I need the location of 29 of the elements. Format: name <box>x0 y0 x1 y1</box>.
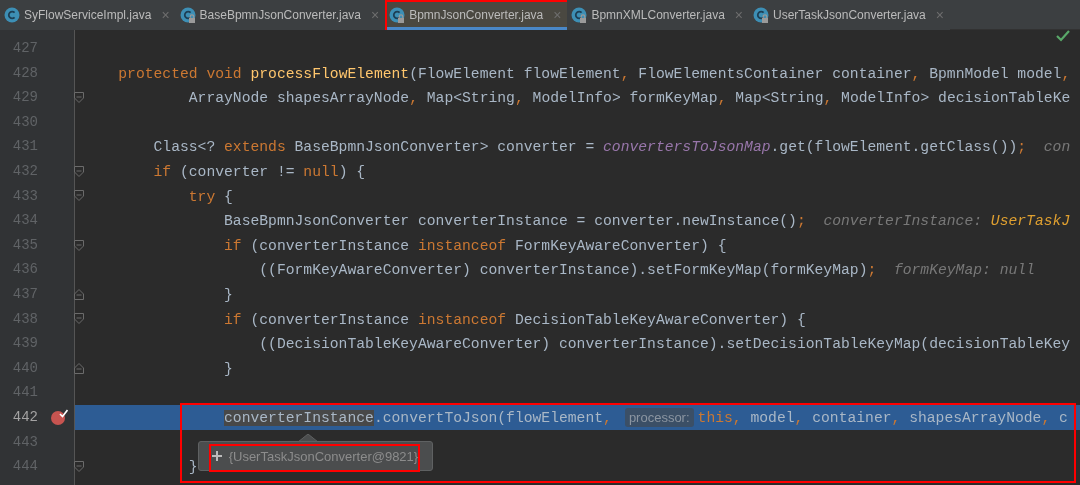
value-text: {UserTaskJsonConverter@9821} <box>228 448 419 464</box>
code-line: converterInstance.convertToJson(flowElement, processor: this, model, container, shapesArrayNode, c <box>83 405 1068 431</box>
file-tab[interactable]: BpmnJsonConverter.java × <box>385 0 568 30</box>
class-icon <box>4 6 20 24</box>
fold-marker-icon <box>73 190 84 202</box>
fold-marker-icon <box>73 313 84 325</box>
fold-marker-icon <box>73 92 84 103</box>
expand-icon <box>210 450 223 462</box>
line-number: 442 <box>11 407 39 427</box>
check-icon <box>1056 30 1070 42</box>
code-line: try { <box>187 187 233 207</box>
fold-marker-icon <box>73 460 84 472</box>
fold-marker-icon <box>73 288 84 300</box>
fold-marker-icon <box>73 165 84 177</box>
code-line: ((DecisionTableKeyAwareConverter) converterInstance).setDecisionTableKeyMap(decisionTableKey <box>258 335 1071 355</box>
code-line: Class<? extends BaseBpmnJsonConverter> converter = convertersToJsonMap.get(flowElement.getClass()); con <box>152 138 1071 158</box>
code-line: } <box>223 285 233 305</box>
code-line: ArrayNode shapesArrayNode, Map<String, ModelInfo> formKeyMap, Map<String, ModelInfo> decisionTableKe <box>187 89 1071 109</box>
code-line: } <box>223 359 233 379</box>
code-line: if (converterInstance instanceof FormKeyAwareConverter) { <box>223 236 727 256</box>
fold-marker-icon <box>73 239 84 251</box>
code-line: protected void processFlowElement(FlowElement flowElement, FlowElementsContainer container, BpmnModel model, <box>117 64 1071 84</box>
code-line: if (converterInstance instanceof DecisionTableKeyAwareConverter) { <box>223 310 806 330</box>
code-line: BaseBpmnJsonConverter converterInstance = converter.newInstance(); converterInstance: UserTaskJ <box>223 212 1071 232</box>
code-line: if (converter != null) { <box>152 162 366 182</box>
code-line: ((FormKeyAwareConverter) converterInstance).setFormKeyMap(formKeyMap); formKeyMap: null <box>258 261 1035 281</box>
file-tab[interactable]: BpmnXMLConverter.java × <box>567 0 750 30</box>
fold-marker-icon <box>73 362 84 374</box>
code-line: } <box>187 458 198 478</box>
